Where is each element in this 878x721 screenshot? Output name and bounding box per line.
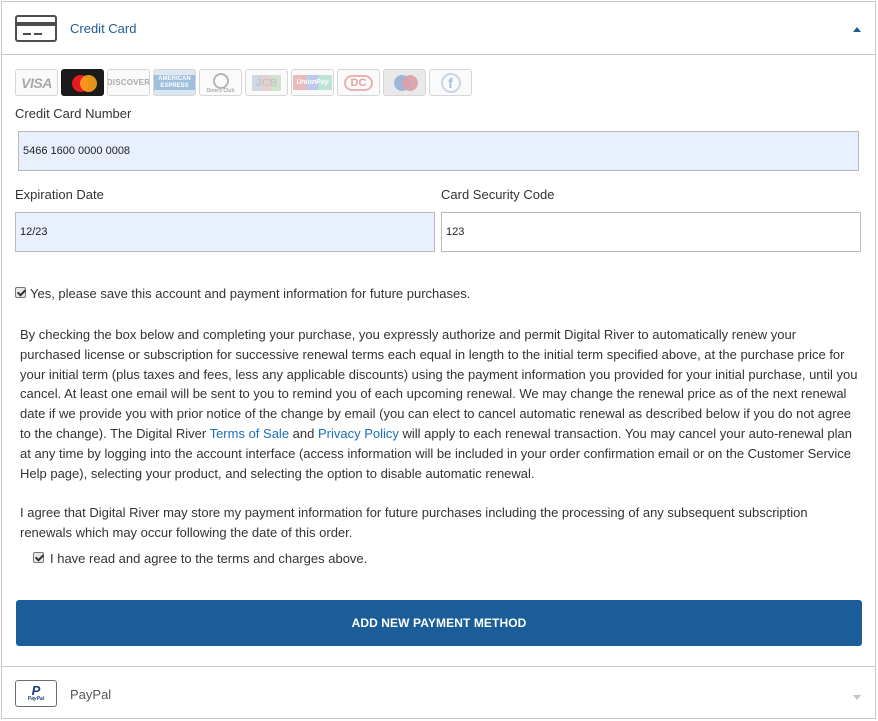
- dankort-logo-icon: DC: [337, 69, 380, 96]
- chevron-up-icon[interactable]: [853, 27, 861, 32]
- jcb-logo-icon: JCB: [245, 69, 288, 96]
- terms-and-text: and: [289, 425, 318, 441]
- credit-card-title: Credit Card: [70, 21, 137, 36]
- credit-card-icon: [15, 15, 57, 42]
- privacy-policy-link[interactable]: Privacy Policy: [318, 426, 399, 441]
- diners-club-logo-icon: Diners Club: [199, 69, 242, 96]
- expiration-date-input[interactable]: [15, 212, 435, 252]
- auto-renewal-terms: By checking the box below and completing…: [20, 325, 860, 483]
- visa-logo-icon: VISA: [15, 69, 58, 96]
- chevron-down-icon[interactable]: [853, 695, 861, 700]
- card-logos: VISA DISCOVER AMERICAN EXPRESS Diners Cl…: [15, 69, 472, 97]
- agree-terms-checkbox[interactable]: [33, 552, 44, 563]
- card-number-label: Credit Card Number: [15, 106, 132, 121]
- paypal-option[interactable]: P PayPal PayPal: [2, 666, 875, 718]
- payment-panel: Credit Card VISA DISCOVER AMERICAN EXPRE…: [1, 1, 876, 719]
- mastercard-logo-icon: [61, 69, 104, 96]
- discover-logo-icon: DISCOVER: [107, 69, 150, 96]
- security-code-input[interactable]: [441, 212, 861, 252]
- unionpay-logo-icon: UnionPay: [291, 69, 334, 96]
- amex-logo-icon: AMERICAN EXPRESS: [153, 69, 196, 96]
- terms-text-part1: By checking the box below and completing…: [20, 327, 858, 441]
- add-payment-method-button[interactable]: ADD NEW PAYMENT METHOD: [16, 600, 862, 646]
- terms-of-sale-link[interactable]: Terms of Sale: [210, 426, 289, 441]
- f-card-logo-icon: f: [429, 69, 472, 96]
- save-info-checkbox[interactable]: [15, 287, 26, 298]
- expiration-date-label: Expiration Date: [15, 187, 104, 202]
- agree-terms-label: I have read and agree to the terms and c…: [50, 551, 368, 566]
- paypal-icon: P PayPal: [15, 680, 57, 707]
- security-code-label: Card Security Code: [441, 187, 555, 202]
- card-number-input[interactable]: [18, 131, 859, 171]
- store-payment-text: I agree that Digital River may store my …: [20, 505, 808, 540]
- paypal-title: PayPal: [70, 687, 112, 702]
- credit-card-header[interactable]: Credit Card: [2, 2, 875, 55]
- maestro-logo-icon: [383, 69, 426, 96]
- save-info-label: Yes, please save this account and paymen…: [30, 286, 471, 301]
